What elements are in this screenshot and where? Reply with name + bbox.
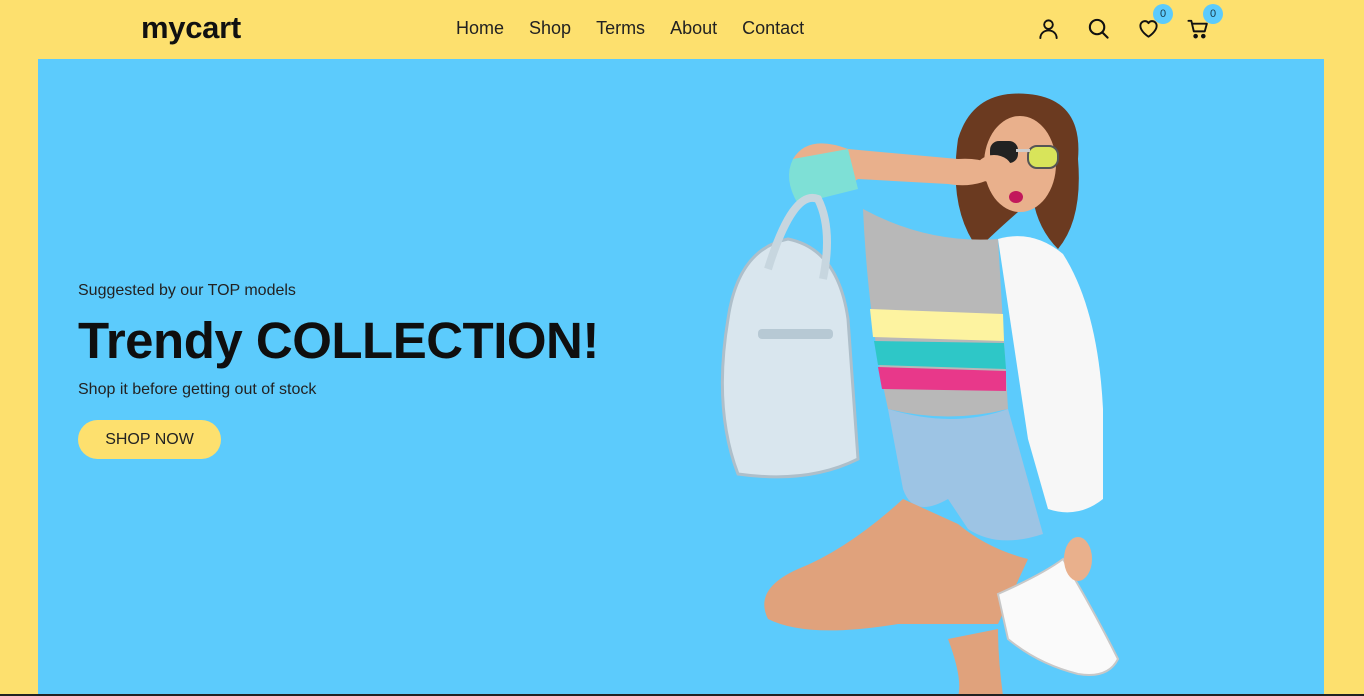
search-button[interactable] [1085,14,1111,42]
nav-terms[interactable]: Terms [596,17,645,39]
navbar: mycart Home Shop Terms About Contact 0 0 [0,0,1364,59]
hero-kicker: Suggested by our TOP models [78,282,296,299]
nav-shop[interactable]: Shop [529,17,571,39]
nav-home[interactable]: Home [456,17,504,39]
wishlist-count-badge: 0 [1153,4,1173,24]
brand-logo[interactable]: mycart [141,10,241,46]
user-icon [1038,18,1058,39]
main-nav: Home Shop Terms About Contact [456,17,829,39]
hero-banner: Suggested by our TOP models Trendy COLLE… [38,59,1324,696]
search-icon [1088,18,1109,39]
account-button[interactable] [1035,14,1061,42]
hero-model-image [720,93,1120,696]
page: mycart Home Shop Terms About Contact 0 0… [0,0,1364,696]
hero-subtitle: Shop it before getting out of stock [78,381,317,398]
nav-contact[interactable]: Contact [742,17,804,39]
wishlist-button[interactable]: 0 [1135,4,1173,42]
nav-about[interactable]: About [670,17,717,39]
shop-now-button[interactable]: SHOP NOW [78,420,221,459]
hero-title: Trendy COLLECTION! [78,312,599,369]
cart-count-badge: 0 [1203,4,1223,24]
cart-button[interactable]: 0 [1185,4,1223,42]
